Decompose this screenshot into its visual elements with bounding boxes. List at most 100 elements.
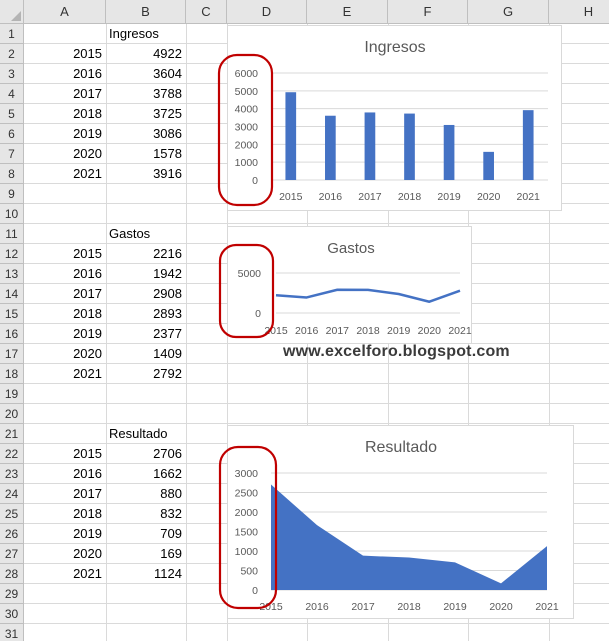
- resultado-value-cell[interactable]: 1124: [106, 564, 182, 584]
- gastos-year-cell[interactable]: 2018: [24, 304, 102, 324]
- bar[interactable]: [483, 151, 494, 180]
- bar[interactable]: [364, 112, 376, 180]
- ingresos-year-cell[interactable]: 2020: [24, 144, 102, 164]
- bar[interactable]: [522, 110, 534, 180]
- row-header-20[interactable]: 20: [0, 404, 24, 424]
- row-header-23[interactable]: 23: [0, 464, 24, 484]
- row-header-2[interactable]: 2: [0, 44, 24, 64]
- column-header-e[interactable]: E: [307, 0, 388, 24]
- ingresos-year-cell[interactable]: 2018: [24, 104, 102, 124]
- ingresos-year-cell[interactable]: 2021: [24, 164, 102, 184]
- chart-resultado[interactable]: Resultado 3000 2500 2000 1500 1000 500 0 2015 201…: [227, 425, 574, 619]
- ingresos-year-cell[interactable]: 2016: [24, 64, 102, 84]
- row-header-16[interactable]: 16: [0, 324, 24, 344]
- ingresos-value-cell[interactable]: 3604: [106, 64, 182, 84]
- row-header-5[interactable]: 5: [0, 104, 24, 124]
- gastos-value-cell[interactable]: 2377: [106, 324, 182, 344]
- resultado-year-cell[interactable]: 2017: [24, 484, 102, 504]
- row-header-13[interactable]: 13: [0, 264, 24, 284]
- bar[interactable]: [443, 124, 455, 180]
- resultado-value-cell[interactable]: 709: [106, 524, 182, 544]
- resultado-year-cell[interactable]: 2016: [24, 464, 102, 484]
- gastos-value-cell[interactable]: 1409: [106, 344, 182, 364]
- row-header-30[interactable]: 30: [0, 604, 24, 624]
- row-header-18[interactable]: 18: [0, 364, 24, 384]
- gastos-value-cell[interactable]: 2908: [106, 284, 182, 304]
- row-header-28[interactable]: 28: [0, 564, 24, 584]
- gastos-year-cell[interactable]: 2017: [24, 284, 102, 304]
- bar[interactable]: [285, 92, 297, 180]
- gastos-header-cell[interactable]: Gastos: [109, 224, 150, 244]
- bar[interactable]: [325, 115, 336, 180]
- ingresos-value-cell[interactable]: 4922: [106, 44, 182, 64]
- row-header-1[interactable]: 1: [0, 24, 24, 44]
- row-header-3[interactable]: 3: [0, 64, 24, 84]
- resultado-year-cell[interactable]: 2021: [24, 564, 102, 584]
- resultado-header-cell[interactable]: Resultado: [109, 424, 168, 444]
- gastos-value-cell[interactable]: 2893: [106, 304, 182, 324]
- resultado-value-cell[interactable]: 832: [106, 504, 182, 524]
- ingresos-year-cell[interactable]: 2019: [24, 124, 102, 144]
- gastos-value-cell[interactable]: 2792: [106, 364, 182, 384]
- bar[interactable]: [404, 113, 415, 180]
- row-header-31[interactable]: 31: [0, 624, 24, 641]
- gastos-year-cell[interactable]: 2021: [24, 364, 102, 384]
- ingresos-year-cell[interactable]: 2015: [24, 44, 102, 64]
- row-header-26[interactable]: 26: [0, 524, 24, 544]
- resultado-year-cell[interactable]: 2020: [24, 544, 102, 564]
- row-header-15[interactable]: 15: [0, 304, 24, 324]
- ingresos-value-cell[interactable]: 3725: [106, 104, 182, 124]
- row-header-22[interactable]: 22: [0, 444, 24, 464]
- row-header-7[interactable]: 7: [0, 144, 24, 164]
- row-header-9[interactable]: 9: [0, 184, 24, 204]
- row-header-10[interactable]: 10: [0, 204, 24, 224]
- row-header-27[interactable]: 27: [0, 544, 24, 564]
- resultado-value-cell[interactable]: 1662: [106, 464, 182, 484]
- row-header-24[interactable]: 24: [0, 484, 24, 504]
- gastos-year-cell[interactable]: 2016: [24, 264, 102, 284]
- row-header-21[interactable]: 21: [0, 424, 24, 444]
- row-header-25[interactable]: 25: [0, 504, 24, 524]
- resultado-year-cell[interactable]: 2015: [24, 444, 102, 464]
- row-header-8[interactable]: 8: [0, 164, 24, 184]
- column-header-a[interactable]: A: [24, 0, 106, 24]
- gastos-value-cell[interactable]: 1942: [106, 264, 182, 284]
- ingresos-value-cell[interactable]: 3086: [106, 124, 182, 144]
- row-header-19[interactable]: 19: [0, 384, 24, 404]
- ingresos-value-cell[interactable]: 1578: [106, 144, 182, 164]
- gastos-year-cell[interactable]: 2019: [24, 324, 102, 344]
- ingresos-value-cell[interactable]: 3788: [106, 84, 182, 104]
- column-header-c[interactable]: C: [186, 0, 227, 24]
- x-tick-label: 2018: [397, 601, 421, 613]
- chart-title: Resultado: [365, 439, 437, 456]
- column-header-g[interactable]: G: [468, 0, 549, 24]
- row-header-4[interactable]: 4: [0, 84, 24, 104]
- area-series[interactable]: [271, 484, 547, 590]
- row-header-6[interactable]: 6: [0, 124, 24, 144]
- column-header-f[interactable]: F: [388, 0, 468, 24]
- row-header-17[interactable]: 17: [0, 344, 24, 364]
- row-header-11[interactable]: 11: [0, 224, 24, 244]
- gastos-year-cell[interactable]: 2015: [24, 244, 102, 264]
- resultado-value-cell[interactable]: 2706: [106, 444, 182, 464]
- ingresos-value-cell[interactable]: 3916: [106, 164, 182, 184]
- column-header-d[interactable]: D: [227, 0, 307, 24]
- row-header-14[interactable]: 14: [0, 284, 24, 304]
- select-all-corner[interactable]: [0, 0, 24, 24]
- row-header-29[interactable]: 29: [0, 584, 24, 604]
- gastos-value-cell[interactable]: 2216: [106, 244, 182, 264]
- column-header-b[interactable]: B: [106, 0, 186, 24]
- x-tick-label: 2019: [437, 191, 461, 203]
- resultado-year-cell[interactable]: 2019: [24, 524, 102, 544]
- ingresos-year-cell[interactable]: 2017: [24, 84, 102, 104]
- row-header-12[interactable]: 12: [0, 244, 24, 264]
- resultado-value-cell[interactable]: 169: [106, 544, 182, 564]
- line-series[interactable]: [275, 288, 461, 303]
- resultado-year-cell[interactable]: 2018: [24, 504, 102, 524]
- chart-gastos[interactable]: Gastos 5000 0 2015 2016 2017 2018 2019 2020 2021: [227, 226, 472, 344]
- ingresos-header-cell[interactable]: Ingresos: [109, 24, 159, 44]
- gastos-year-cell[interactable]: 2020: [24, 344, 102, 364]
- resultado-value-cell[interactable]: 880: [106, 484, 182, 504]
- column-header-h[interactable]: H: [549, 0, 609, 24]
- chart-ingresos[interactable]: Ingresos 6000 5000 4000 3000 2000 1000 0 2015 201…: [227, 25, 562, 211]
